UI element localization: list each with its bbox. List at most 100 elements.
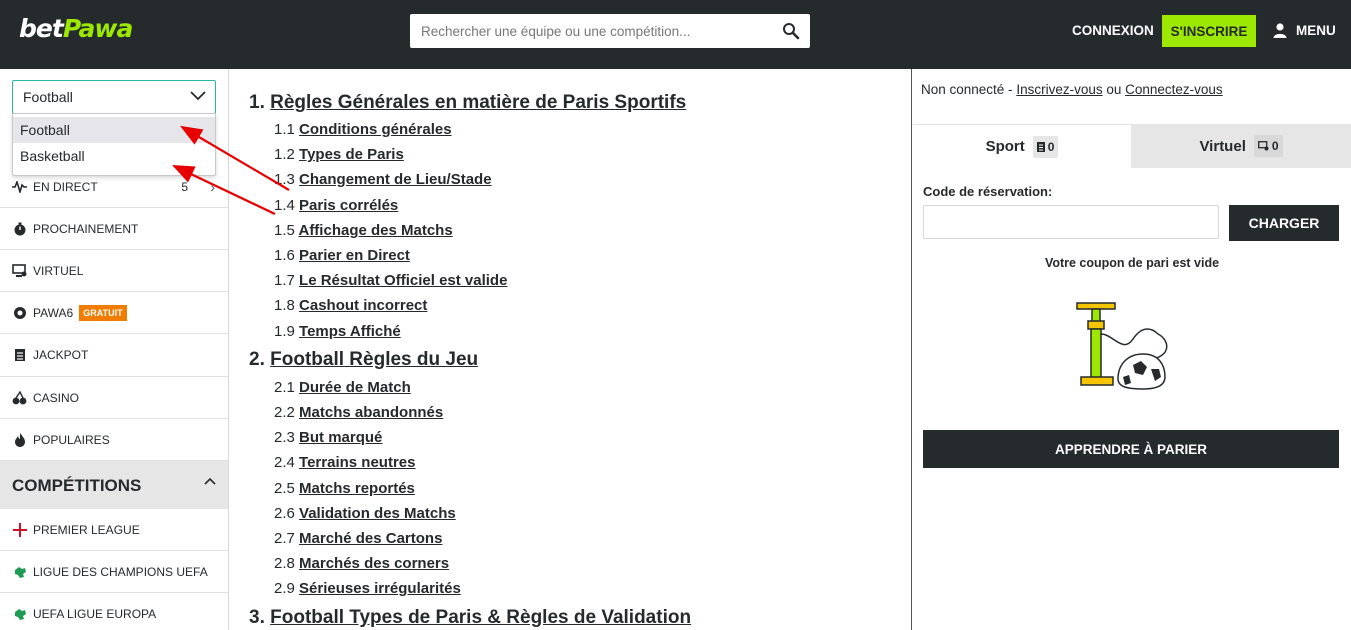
sport-select[interactable]: Football <box>12 80 216 114</box>
subsection-link[interactable]: Paris corrélés <box>299 197 398 214</box>
rules-subsection: 1.6 Parier en Direct <box>274 247 410 264</box>
section-link[interactable]: Règles Générales en matière de Paris Spo… <box>270 92 686 113</box>
subsection-link[interactable]: Affichage des Matchs <box>298 222 452 239</box>
subsection-link[interactable]: Validation des Matchs <box>299 505 456 522</box>
rules-subsection: 2.7 Marché des Cartons <box>274 530 442 547</box>
stopwatch-icon <box>12 221 27 236</box>
betpawa-logo[interactable]: betPawa <box>19 14 133 43</box>
sidebar-item-pawa6[interactable]: PAWA6 GRATUIT <box>0 292 228 334</box>
reservation-code-input[interactable] <box>923 205 1219 239</box>
sidebar-item-upcoming[interactable]: PROCHAINEMENT <box>0 208 228 250</box>
rules-subsection: 2.9 Sérieuses irrégularités <box>274 580 461 597</box>
rules-subsection: 2.8 Marchés des corners <box>274 555 449 572</box>
live-pulse-icon <box>12 179 27 194</box>
subsection-number: 1.5 <box>274 222 295 239</box>
reservation-label: Code de réservation: <box>923 184 1053 199</box>
rules-subsection: 2.1 Durée de Match <box>274 379 411 396</box>
chevron-right-icon: › <box>210 178 215 195</box>
tab-virtual-counter: 0 <box>1253 135 1283 157</box>
subsection-link[interactable]: Durée de Match <box>299 379 411 396</box>
subsection-link[interactable]: Marchés des corners <box>299 555 449 572</box>
tab-sport-counter: 0 <box>1032 135 1059 158</box>
sidebar-item-jackpot[interactable]: JACKPOT <box>0 334 228 377</box>
competition-europa-league[interactable]: UEFA LIGUE EUROPA <box>0 593 228 630</box>
sidebar-item-virtual[interactable]: VIRTUEL <box>0 250 228 292</box>
subsection-link[interactable]: Changement de Lieu/Stade <box>299 171 492 188</box>
subsection-link[interactable]: Matchs reportés <box>299 480 415 497</box>
rules-subsection: 1.2 Types de Paris <box>274 146 404 163</box>
subsection-link[interactable]: Marché des Cartons <box>299 530 442 547</box>
sport-select-value: Football <box>23 89 73 105</box>
subsection-number: 1.8 <box>274 297 295 314</box>
competition-champions-league[interactable]: LIGUE DES CHAMPIONS UEFA <box>0 551 228 593</box>
betslip-icon <box>1036 141 1045 152</box>
subsection-number: 2.8 <box>274 555 295 572</box>
sidebar-item-label: VIRTUEL <box>33 263 84 278</box>
left-sidebar: Football Football Basketball EN DIRECT 5… <box>0 69 229 630</box>
sidebar-item-casino[interactable]: CASINO <box>0 377 228 419</box>
virtual-screen-icon <box>12 263 27 278</box>
rules-subsection: 1.3 Changement de Lieu/Stade <box>274 171 492 188</box>
competition-premier-league[interactable]: PREMIER LEAGUE <box>0 509 228 551</box>
top-header: betPawa CONNEXION S'INSCRIRE MENU <box>0 0 1351 69</box>
subsection-link[interactable]: But marqué <box>299 429 382 446</box>
rules-subsection: 2.3 But marqué <box>274 429 382 446</box>
subsection-link[interactable]: Terrains neutres <box>299 454 415 471</box>
learn-to-bet-button[interactable]: APPRENDRE À PARIER <box>923 430 1339 468</box>
load-button[interactable]: CHARGER <box>1229 205 1339 241</box>
competition-label: UEFA LIGUE EUROPA <box>33 606 157 621</box>
sidebar-item-label: CASINO <box>33 390 80 405</box>
register-link[interactable]: Inscrivez-vous <box>1016 82 1102 97</box>
tab-virtual[interactable]: Virtuel 0 <box>1131 124 1351 168</box>
rules-section-title: 1. Règles Générales en matière de Paris … <box>249 92 686 114</box>
subsection-link[interactable]: Parier en Direct <box>299 247 410 264</box>
tab-sport[interactable]: Sport 0 <box>913 124 1131 168</box>
search-icon[interactable] <box>782 22 800 40</box>
subsection-number: 1.4 <box>274 197 295 214</box>
subsection-number: 2.6 <box>274 505 295 522</box>
competitions-header[interactable]: COMPÉTITIONS <box>0 461 228 509</box>
dropdown-option-football[interactable]: Football <box>13 117 215 143</box>
virtual-screen-icon <box>1257 141 1269 151</box>
dropdown-option-basketball[interactable]: Basketball <box>13 143 215 169</box>
login-link[interactable]: CONNEXION <box>1072 23 1154 38</box>
subsection-link[interactable]: Le Résultat Officiel est valide <box>299 272 507 289</box>
subsection-number: 1.6 <box>274 247 295 264</box>
section-link[interactable]: Football Règles du Jeu <box>270 349 478 370</box>
tab-virtual-label: Virtuel <box>1199 137 1246 155</box>
world-icon <box>12 606 27 621</box>
sidebar-item-popular[interactable]: POPULAIRES <box>0 419 228 461</box>
menu-button[interactable]: MENU <box>1272 22 1336 38</box>
betslip-panel: Non connecté - Inscrivez-vous ou Connect… <box>913 69 1351 630</box>
deflated-ball-pump-icon <box>1076 302 1168 390</box>
search-input[interactable] <box>410 14 770 48</box>
sidebar-item-label: JACKPOT <box>33 348 89 362</box>
subsection-link[interactable]: Temps Affiché <box>299 323 401 340</box>
signup-button[interactable]: S'INSCRIRE <box>1162 15 1256 47</box>
world-icon <box>12 564 27 579</box>
login-status-link[interactable]: Connectez-vous <box>1125 82 1223 97</box>
betslip-tabs: Sport 0 Virtuel 0 <box>913 124 1351 168</box>
subsection-number: 1.1 <box>274 121 295 138</box>
rules-subsection: 2.2 Matchs abandonnés <box>274 404 443 421</box>
sidebar-item-label: POPULAIRES <box>33 432 110 447</box>
cherries-icon <box>12 390 27 405</box>
subsection-number: 1.9 <box>274 323 295 340</box>
rules-subsection: 1.1 Conditions générales <box>274 121 452 138</box>
subsection-link[interactable]: Types de Paris <box>299 146 404 163</box>
sidebar-item-label: PAWA6 <box>33 305 74 320</box>
section-number: 2. <box>249 349 265 370</box>
status-prefix: Non connecté - <box>921 82 1017 97</box>
tab-sport-count: 0 <box>1047 139 1055 154</box>
subsection-link[interactable]: Cashout incorrect <box>299 297 427 314</box>
section-link[interactable]: Football Types de Paris & Règles de Vali… <box>270 607 691 628</box>
subsection-link[interactable]: Matchs abandonnés <box>299 404 443 421</box>
subsection-link[interactable]: Conditions générales <box>299 121 452 138</box>
subsection-number: 2.2 <box>274 404 295 421</box>
tab-virtual-count: 0 <box>1271 139 1279 153</box>
competition-label: PREMIER LEAGUE <box>33 522 140 537</box>
subsection-link[interactable]: Sérieuses irrégularités <box>299 580 461 597</box>
pawa6-icon <box>12 305 27 320</box>
user-icon <box>1273 23 1287 38</box>
rules-subsection: 2.6 Validation des Matchs <box>274 505 456 522</box>
